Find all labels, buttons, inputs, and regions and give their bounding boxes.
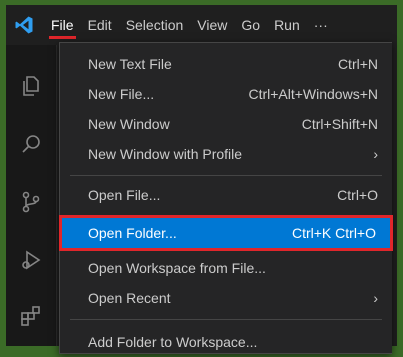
menu-item-open-recent[interactable]: Open Recent ›	[62, 283, 392, 313]
menu-item-label: Open File...	[88, 187, 161, 203]
menu-item-label: Add Folder to Workspace...	[88, 334, 258, 350]
menu-item-shortcut: Ctrl+O	[337, 187, 378, 203]
menu-separator	[70, 175, 382, 176]
menu-item-shortcut: Ctrl+Alt+Windows+N	[248, 86, 378, 102]
menu-item-label: New Window	[88, 116, 170, 132]
source-control-icon[interactable]	[18, 189, 44, 215]
chevron-right-icon: ›	[373, 290, 378, 306]
menu-item-label: Open Workspace from File...	[88, 260, 266, 276]
menu-item-new-window-with-profile[interactable]: New Window with Profile ›	[62, 139, 392, 169]
menu-item-label: New Window with Profile	[88, 146, 243, 162]
files-icon[interactable]	[18, 73, 44, 99]
menu-view[interactable]: View	[190, 5, 234, 45]
menu-item-add-folder-to-workspace[interactable]: Add Folder to Workspace...	[62, 327, 392, 357]
file-menu-dropdown: New Text File Ctrl+N New File... Ctrl+Al…	[59, 42, 393, 357]
menu-item-shortcut: Ctrl+Shift+N	[301, 116, 378, 132]
title-bar: File Edit Selection View Go Run ···	[6, 5, 397, 45]
menu-item-label: Open Folder...	[88, 225, 177, 241]
menu-item-label: Open Recent	[88, 290, 171, 306]
extensions-icon[interactable]	[18, 303, 44, 329]
activity-bar	[6, 45, 57, 346]
menu-run[interactable]: Run	[267, 5, 307, 45]
menu-item-label: New File...	[88, 86, 155, 102]
menu-item-new-file[interactable]: New File... Ctrl+Alt+Windows+N	[62, 79, 392, 109]
menu-selection[interactable]: Selection	[119, 5, 191, 45]
menu-more[interactable]: ···	[307, 5, 335, 45]
menu-file-label: File	[51, 17, 74, 33]
menu-item-open-workspace-from-file[interactable]: Open Workspace from File...	[62, 253, 392, 283]
menu-item-new-window[interactable]: New Window Ctrl+Shift+N	[62, 109, 392, 139]
vscode-logo-icon	[14, 15, 34, 35]
search-icon[interactable]	[18, 131, 44, 157]
menu-item-shortcut: Ctrl+K Ctrl+O	[291, 225, 376, 241]
menu-item-open-file[interactable]: Open File... Ctrl+O	[62, 180, 392, 210]
run-debug-icon[interactable]	[18, 247, 44, 273]
menu-item-open-folder[interactable]: Open Folder... Ctrl+K Ctrl+O	[59, 215, 393, 251]
menu-edit[interactable]: Edit	[81, 5, 119, 45]
menu-item-label: New Text File	[88, 56, 172, 72]
menu-item-shortcut: Ctrl+N	[337, 56, 378, 72]
chevron-right-icon: ›	[373, 146, 378, 162]
menu-file[interactable]: File	[44, 5, 81, 45]
menu-go[interactable]: Go	[234, 5, 267, 45]
menu-item-new-text-file[interactable]: New Text File Ctrl+N	[62, 49, 392, 79]
file-annotation-underline	[49, 36, 76, 39]
menu-separator	[70, 319, 382, 320]
